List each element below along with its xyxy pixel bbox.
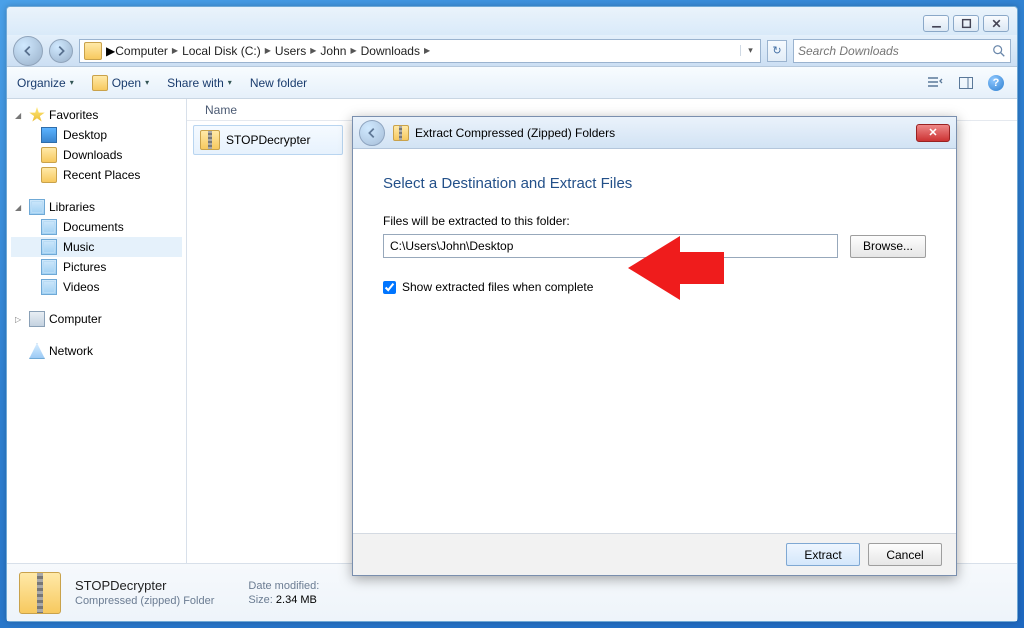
show-files-checkbox[interactable]: [383, 281, 396, 294]
wizard-footer: Extract Cancel: [353, 533, 956, 575]
help-button[interactable]: ?: [985, 73, 1007, 93]
nav-item-downloads[interactable]: Downloads: [11, 145, 182, 165]
nav-item-videos[interactable]: Videos: [11, 277, 182, 297]
nav-back-button[interactable]: [13, 36, 43, 66]
details-modified-label: Date modified:: [248, 580, 319, 592]
wizard-title-text: Extract Compressed (Zipped) Folders: [415, 126, 615, 140]
column-name[interactable]: Name: [197, 103, 245, 117]
cancel-button[interactable]: Cancel: [868, 543, 942, 566]
open-menu[interactable]: Open▾: [92, 75, 149, 91]
breadcrumb-item[interactable]: Users: [275, 44, 306, 58]
nav-pane: ◢Favorites Desktop Downloads Recent Plac…: [7, 99, 187, 563]
breadcrumb-item[interactable]: John: [320, 44, 346, 58]
view-options-button[interactable]: [925, 73, 947, 93]
chevron-right-icon: ▶: [106, 44, 115, 58]
help-icon: ?: [988, 75, 1004, 91]
folder-icon: [41, 167, 57, 183]
browse-button[interactable]: Browse...: [850, 235, 926, 258]
file-row-stopdecrypter[interactable]: STOPDecrypter: [193, 125, 343, 155]
star-icon: [29, 107, 45, 123]
refresh-button[interactable]: ↻: [767, 40, 787, 62]
videos-icon: [41, 279, 57, 295]
breadcrumb-dropdown[interactable]: ▾: [740, 45, 756, 56]
breadcrumb-item[interactable]: Downloads: [361, 44, 420, 58]
show-files-checkbox-row[interactable]: Show extracted files when complete: [383, 280, 926, 294]
extract-wizard-dialog: Extract Compressed (Zipped) Folders ✕ Se…: [352, 116, 957, 576]
details-filetype: Compressed (zipped) Folder: [75, 595, 214, 607]
folder-icon: [41, 147, 57, 163]
wizard-heading: Select a Destination and Extract Files: [383, 175, 926, 192]
explorer-toolbar: Organize▾ Open▾ Share with▾ New folder ?: [7, 67, 1017, 99]
file-name: STOPDecrypter: [226, 133, 310, 147]
nav-libraries-header[interactable]: ◢Libraries: [11, 197, 182, 217]
folder-icon: [84, 42, 102, 60]
wizard-field-label: Files will be extracted to this folder:: [383, 214, 926, 228]
details-size-label: Size:: [248, 594, 272, 606]
zip-folder-icon: [19, 572, 61, 614]
nav-item-documents[interactable]: Documents: [11, 217, 182, 237]
library-icon: [29, 199, 45, 215]
desktop-icon: [41, 127, 57, 143]
nav-item-pictures[interactable]: Pictures: [11, 257, 182, 277]
search-icon: [992, 44, 1006, 58]
wizard-path-input[interactable]: [383, 234, 838, 258]
wizard-body: Select a Destination and Extract Files F…: [353, 149, 956, 533]
network-icon: [29, 343, 45, 359]
pictures-icon: [41, 259, 57, 275]
search-input[interactable]: [798, 44, 992, 58]
minimize-button[interactable]: [923, 15, 949, 32]
folder-icon: [92, 75, 108, 91]
nav-item-music[interactable]: Music: [11, 237, 182, 257]
music-icon: [41, 239, 57, 255]
nav-computer-header[interactable]: ▷Computer: [11, 309, 182, 329]
computer-icon: [29, 311, 45, 327]
close-button[interactable]: [983, 15, 1009, 32]
extract-button[interactable]: Extract: [786, 543, 860, 566]
new-folder-button[interactable]: New folder: [250, 76, 307, 90]
address-bar: ▶ Computer▶ Local Disk (C:)▶ Users▶ John…: [7, 35, 1017, 67]
zip-folder-icon: [200, 130, 220, 150]
window-caption-row: [7, 7, 1017, 35]
nav-favorites-header[interactable]: ◢Favorites: [11, 105, 182, 125]
nav-network-header[interactable]: ▷Network: [11, 341, 182, 361]
maximize-button[interactable]: [953, 15, 979, 32]
organize-menu[interactable]: Organize▾: [17, 76, 74, 90]
breadcrumb-box[interactable]: ▶ Computer▶ Local Disk (C:)▶ Users▶ John…: [79, 39, 761, 63]
breadcrumb-item[interactable]: Computer: [115, 44, 168, 58]
details-filename: STOPDecrypter: [75, 578, 214, 593]
search-box[interactable]: [793, 39, 1011, 63]
wizard-title-bar: Extract Compressed (Zipped) Folders ✕: [353, 117, 956, 149]
wizard-back-button[interactable]: [359, 120, 385, 146]
nav-item-desktop[interactable]: Desktop: [11, 125, 182, 145]
breadcrumb-item[interactable]: Local Disk (C:): [182, 44, 261, 58]
nav-forward-button[interactable]: [49, 39, 73, 63]
nav-item-recent-places[interactable]: Recent Places: [11, 165, 182, 185]
wizard-close-button[interactable]: ✕: [916, 124, 950, 142]
details-size-value: 2.34 MB: [276, 594, 317, 606]
zip-folder-icon: [393, 125, 409, 141]
show-files-label: Show extracted files when complete: [402, 280, 593, 294]
preview-pane-button[interactable]: [955, 73, 977, 93]
share-menu[interactable]: Share with▾: [167, 76, 232, 90]
documents-icon: [41, 219, 57, 235]
